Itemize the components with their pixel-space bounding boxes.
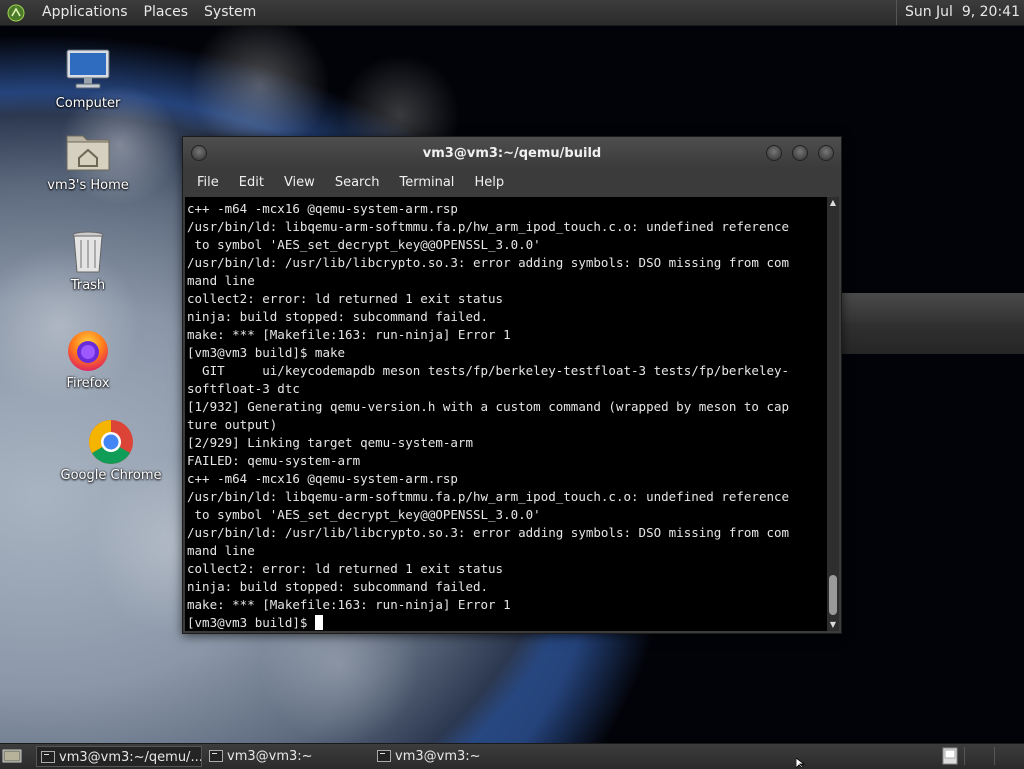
- workspace-switcher-icon[interactable]: [940, 747, 960, 765]
- text-cursor: [314, 615, 323, 630]
- menu-view[interactable]: View: [274, 175, 325, 190]
- terminal-window[interactable]: vm3@vm3:~/qemu/build File Edit View Sear…: [182, 136, 842, 634]
- taskbar-item-label: vm3@vm3:~: [395, 749, 481, 764]
- mouse-pointer-icon: [796, 758, 806, 768]
- menu-help[interactable]: Help: [464, 175, 514, 190]
- desktop-icon-firefox[interactable]: Firefox: [38, 326, 138, 391]
- places-menu[interactable]: Places: [136, 0, 197, 25]
- minimize-button[interactable]: [766, 145, 782, 161]
- desktop-icon-chrome[interactable]: Google Chrome: [60, 418, 162, 483]
- desktop-icon-label: Google Chrome: [60, 468, 162, 483]
- system-menu[interactable]: System: [196, 0, 264, 25]
- taskbar-item-label: vm3@vm3:~/qemu/...: [59, 750, 202, 765]
- taskbar-item-terminal-2[interactable]: vm3@vm3:~: [205, 746, 371, 767]
- taskbar-item-terminal-1[interactable]: vm3@vm3:~/qemu/...: [36, 746, 202, 767]
- menu-file[interactable]: File: [187, 175, 229, 190]
- workspace-3[interactable]: [994, 747, 1023, 765]
- menu-search[interactable]: Search: [325, 175, 390, 190]
- desktop-icon-trash[interactable]: Trash: [38, 228, 138, 293]
- maximize-button[interactable]: [792, 145, 808, 161]
- scroll-up-icon[interactable]: ▲: [827, 197, 839, 209]
- mate-logo-icon[interactable]: [6, 3, 26, 23]
- desktop-icon-label: Computer: [55, 96, 121, 111]
- show-desktop-icon[interactable]: [2, 747, 22, 765]
- trash-icon: [64, 228, 112, 276]
- desktop-icon-computer[interactable]: Computer: [38, 46, 138, 111]
- background-window-titlebar[interactable]: [838, 293, 1024, 323]
- desktop-icon-home[interactable]: vm3's Home: [38, 128, 138, 193]
- window-menu-icon[interactable]: [191, 145, 207, 161]
- terminal-menubar: File Edit View Search Terminal Help: [183, 169, 841, 195]
- desktop-icon-label: Firefox: [66, 376, 110, 391]
- terminal-prompt: [vm3@vm3 build]$: [187, 615, 315, 630]
- top-panel: Applications Places System Sun Jul 9, 20…: [0, 0, 1024, 26]
- terminal-icon: [209, 750, 223, 762]
- workspace-2[interactable]: [964, 747, 993, 765]
- clock[interactable]: Sun Jul 9, 20:41: [895, 0, 1020, 25]
- terminal-titlebar[interactable]: vm3@vm3:~/qemu/build: [183, 137, 841, 169]
- terminal-output-text: c++ -m64 -mcx16 @qemu-system-arm.rsp /us…: [187, 201, 790, 612]
- terminal-icon: [41, 751, 55, 763]
- terminal-output[interactable]: c++ -m64 -mcx16 @qemu-system-arm.rsp /us…: [185, 197, 827, 631]
- computer-icon: [64, 46, 112, 94]
- menu-edit[interactable]: Edit: [229, 175, 274, 190]
- scrollbar-thumb[interactable]: [829, 575, 837, 615]
- firefox-icon: [64, 326, 112, 374]
- terminal-scrollbar[interactable]: ▲ ▼: [827, 197, 839, 631]
- home-folder-icon: [64, 128, 112, 176]
- scroll-down-icon[interactable]: ▼: [827, 619, 839, 631]
- taskbar-item-terminal-3[interactable]: vm3@vm3:~: [373, 746, 539, 767]
- close-button[interactable]: [818, 145, 834, 161]
- bottom-panel: vm3@vm3:~/qemu/... vm3@vm3:~ vm3@vm3:~: [0, 743, 1024, 769]
- desktop-icon-label: Trash: [70, 278, 106, 293]
- terminal-icon: [377, 750, 391, 762]
- chrome-icon: [87, 418, 135, 466]
- taskbar-item-label: vm3@vm3:~: [227, 749, 313, 764]
- menu-terminal[interactable]: Terminal: [389, 175, 464, 190]
- desktop-icon-label: vm3's Home: [47, 178, 129, 193]
- applications-menu[interactable]: Applications: [34, 0, 136, 25]
- window-title: vm3@vm3:~/qemu/build: [422, 145, 602, 161]
- terminal-screen[interactable]: c++ -m64 -mcx16 @qemu-system-arm.rsp /us…: [185, 197, 827, 631]
